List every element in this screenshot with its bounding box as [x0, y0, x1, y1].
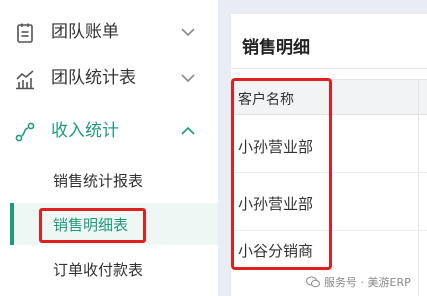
- sidebar-subitem-sales-stats-report[interactable]: 销售统计报表: [0, 163, 218, 199]
- sidebar-item-revenue-stats[interactable]: 收入统计: [0, 111, 218, 151]
- page-title: 销售明细: [242, 38, 310, 58]
- chevron-up-icon: [181, 126, 195, 135]
- sidebar-item-label: 团队账单: [51, 22, 119, 42]
- divider: [231, 68, 427, 69]
- bar-chart-icon: [16, 70, 34, 90]
- chevron-down-icon: [181, 28, 195, 37]
- sidebar-item-team-stats[interactable]: 团队统计表: [0, 58, 218, 98]
- sidebar-item-label: 团队统计表: [51, 68, 136, 88]
- watermark-text: 服务号 · 美游ERP: [324, 276, 411, 289]
- column-divider: [418, 79, 419, 296]
- watermark: 服务号 · 美游ERP: [306, 274, 411, 290]
- highlight-box: [231, 78, 332, 270]
- revenue-icon: [15, 122, 35, 142]
- sidebar-subitem-order-payments[interactable]: 订单收付款表: [0, 252, 218, 288]
- wechat-icon: [306, 276, 320, 288]
- sidebar-subitem-label: 销售统计报表: [53, 172, 144, 190]
- highlight-box: [39, 208, 146, 243]
- sidebar-subitem-label: 订单收付款表: [53, 261, 144, 279]
- sidebar-item-label: 收入统计: [51, 121, 119, 141]
- chevron-down-icon: [181, 74, 195, 83]
- bill-icon: [17, 23, 33, 43]
- sidebar-item-team-bill[interactable]: 团队账单: [0, 12, 218, 52]
- sidebar: 团队账单 团队统计表 收入统计 销售统计报表 销售明细表 订单收付款表: [0, 0, 218, 296]
